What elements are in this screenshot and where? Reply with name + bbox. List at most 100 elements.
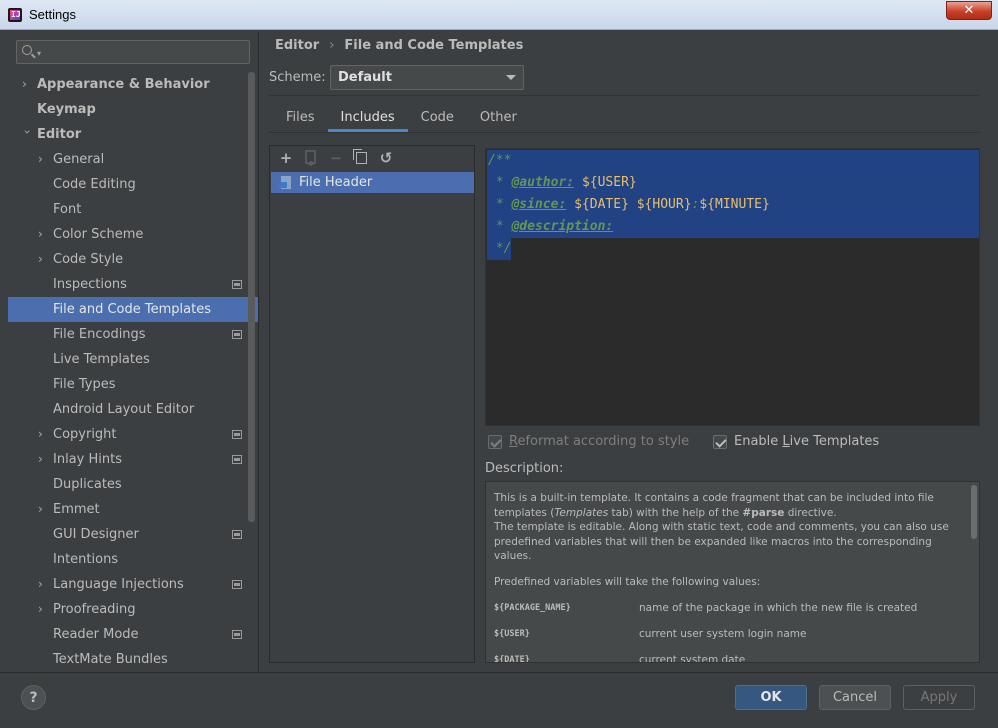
help-icon: ? bbox=[29, 689, 38, 706]
checkbox-checked-icon bbox=[488, 434, 502, 449]
sidebar-item-general[interactable]: › General bbox=[8, 147, 258, 172]
sidebar-item-label: Editor bbox=[37, 127, 82, 142]
settings-search-input[interactable] bbox=[45, 43, 245, 61]
sidebar-item-reader-mode[interactable]: Reader Mode bbox=[8, 622, 258, 647]
search-icon bbox=[22, 45, 32, 55]
project-level-settings-icon bbox=[232, 530, 242, 539]
predefined-variables-list: ${PACKAGE_NAME} name of the package in wh… bbox=[494, 601, 954, 662]
remove-icon[interactable]: − bbox=[326, 148, 346, 168]
sidebar-item-editor[interactable]: › Editor bbox=[8, 122, 258, 147]
chevron-right-icon[interactable]: › bbox=[38, 497, 48, 522]
tab-code[interactable]: Code bbox=[408, 106, 467, 132]
intellij-app-icon: IJ bbox=[8, 7, 22, 22]
sidebar-item-gui-designer[interactable]: GUI Designer bbox=[8, 522, 258, 547]
separator bbox=[269, 132, 979, 133]
description-paragraph: Predefined variables will take the follo… bbox=[494, 575, 761, 588]
sidebar-item-code-editing[interactable]: Code Editing bbox=[8, 172, 258, 197]
code-line: /** bbox=[488, 153, 512, 168]
description-scrollbar[interactable] bbox=[971, 485, 977, 539]
template-code-editor[interactable]: /** * @author: ${USER} * @since: ${DATE}… bbox=[485, 148, 980, 426]
code-line: * @author: ${USER} bbox=[488, 175, 637, 190]
sidebar-scrollbar[interactable] bbox=[248, 72, 255, 522]
sidebar-divider[interactable] bbox=[258, 32, 259, 672]
sidebar-item-inlay-hints[interactable]: › Inlay Hints bbox=[8, 447, 258, 472]
chevron-right-icon[interactable]: › bbox=[38, 447, 48, 472]
code-line: * @since: ${DATE} ${HOUR}:${MINUTE} bbox=[488, 197, 770, 212]
sidebar-item-code-style[interactable]: › Code Style bbox=[8, 247, 258, 272]
sidebar-item-file-and-code-templates[interactable]: File and Code Templates bbox=[8, 297, 258, 322]
sidebar-item-file-encodings[interactable]: File Encodings bbox=[8, 322, 258, 347]
sidebar-item-emmet[interactable]: › Emmet bbox=[8, 497, 258, 522]
sidebar-item-file-types[interactable]: File Types bbox=[8, 372, 258, 397]
chevron-right-icon[interactable]: › bbox=[38, 422, 48, 447]
chevron-right-icon[interactable]: › bbox=[38, 597, 48, 622]
chevron-right-icon[interactable]: › bbox=[38, 572, 48, 597]
scheme-dropdown[interactable]: Default bbox=[330, 65, 524, 90]
sidebar-item-live-templates[interactable]: Live Templates bbox=[8, 347, 258, 372]
enable-live-templates-checkbox[interactable]: Enable Live Templates bbox=[713, 434, 879, 449]
tab-other[interactable]: Other bbox=[467, 106, 530, 132]
sidebar-item-font[interactable]: Font bbox=[8, 197, 258, 222]
breadcrumb-current: File and Code Templates bbox=[344, 38, 524, 53]
sidebar-item-label: File and Code Templates bbox=[53, 302, 211, 317]
sidebar-item-label: Code Style bbox=[53, 252, 124, 267]
copy-icon[interactable] bbox=[351, 148, 371, 168]
add-child-icon[interactable] bbox=[301, 148, 321, 168]
separator bbox=[269, 95, 979, 96]
breadcrumb-parent[interactable]: Editor bbox=[275, 38, 319, 53]
sidebar-item-label: Language Injections bbox=[53, 577, 184, 592]
variable-description: current user system login name bbox=[639, 627, 807, 640]
chevron-down-icon[interactable]: › bbox=[15, 130, 40, 140]
apply-button[interactable]: Apply bbox=[903, 685, 975, 710]
window-close-button[interactable]: ✕ bbox=[946, 1, 992, 20]
variable-name: ${USER} bbox=[494, 628, 530, 639]
description-panel[interactable]: This is a built-in template. It contains… bbox=[485, 481, 980, 663]
reformat-checkbox[interactable]: Reformat according to style bbox=[488, 434, 689, 449]
description-paragraph: This is a built-in template. It contains… bbox=[494, 492, 949, 563]
sidebar-item-label: Inspections bbox=[53, 277, 127, 292]
add-icon[interactable]: + bbox=[276, 148, 296, 168]
settings-tree: › Appearance & Behavior Keymap › Editor › Gene… bbox=[8, 72, 258, 672]
code-line: * @description: bbox=[488, 219, 614, 234]
ok-button[interactable]: OK bbox=[735, 685, 807, 710]
sidebar-item-duplicates[interactable]: Duplicates bbox=[8, 472, 258, 497]
window-title: Settings bbox=[29, 7, 76, 22]
sidebar-item-language-injections[interactable]: › Language Injections bbox=[8, 572, 258, 597]
reset-icon[interactable]: ↺ bbox=[376, 148, 396, 168]
sidebar-item-keymap[interactable]: Keymap bbox=[8, 97, 258, 122]
window-title-bar: IJ Settings ✕ bbox=[0, 0, 998, 30]
sidebar-item-label: Proofreading bbox=[53, 602, 136, 617]
cancel-button[interactable]: Cancel bbox=[819, 685, 891, 710]
reformat-label: Reformat according to style bbox=[509, 434, 690, 449]
chevron-right-icon[interactable]: › bbox=[22, 72, 32, 97]
sidebar-item-copyright[interactable]: › Copyright bbox=[8, 422, 258, 447]
sidebar-item-label: File Encodings bbox=[53, 327, 146, 342]
sidebar-item-android-layout-editor[interactable]: Android Layout Editor bbox=[8, 397, 258, 422]
variable-row: ${PACKAGE_NAME} name of the package in wh… bbox=[494, 601, 954, 627]
tab-includes[interactable]: Includes bbox=[327, 106, 408, 132]
chevron-right-icon[interactable]: › bbox=[38, 222, 48, 247]
variable-row: ${DATE} current system date bbox=[494, 653, 954, 662]
template-list-item[interactable]: File Header bbox=[271, 172, 474, 193]
chevron-right-icon[interactable]: › bbox=[38, 147, 48, 172]
sidebar-item-textmate-bundles[interactable]: TextMate Bundles bbox=[8, 647, 258, 672]
sidebar-item-intentions[interactable]: Intentions bbox=[8, 547, 258, 572]
search-options-chevron-icon[interactable]: ▾ bbox=[37, 49, 41, 58]
sidebar-item-label: Duplicates bbox=[53, 477, 122, 492]
chevron-right-icon[interactable]: › bbox=[38, 247, 48, 272]
sidebar-item-label: Appearance & Behavior bbox=[37, 77, 210, 92]
settings-search-box[interactable]: ▾ bbox=[16, 40, 250, 64]
sidebar-item-label: Live Templates bbox=[53, 352, 150, 367]
settings-sidebar: ▾ › Appearance & Behavior Keymap › Editor › Ge… bbox=[8, 32, 258, 672]
template-list-toolbar: + − ↺ bbox=[270, 146, 474, 170]
sidebar-item-appearance-behavior[interactable]: › Appearance & Behavior bbox=[8, 72, 258, 97]
project-level-settings-icon bbox=[232, 455, 242, 464]
sidebar-item-inspections[interactable]: Inspections bbox=[8, 272, 258, 297]
scheme-value: Default bbox=[338, 70, 392, 85]
sidebar-item-proofreading[interactable]: › Proofreading bbox=[8, 597, 258, 622]
help-button[interactable]: ? bbox=[21, 685, 46, 710]
separator bbox=[0, 672, 998, 673]
sidebar-item-color-scheme[interactable]: › Color Scheme bbox=[8, 222, 258, 247]
tab-files[interactable]: Files bbox=[273, 106, 328, 132]
sidebar-item-label: Code Editing bbox=[53, 177, 136, 192]
